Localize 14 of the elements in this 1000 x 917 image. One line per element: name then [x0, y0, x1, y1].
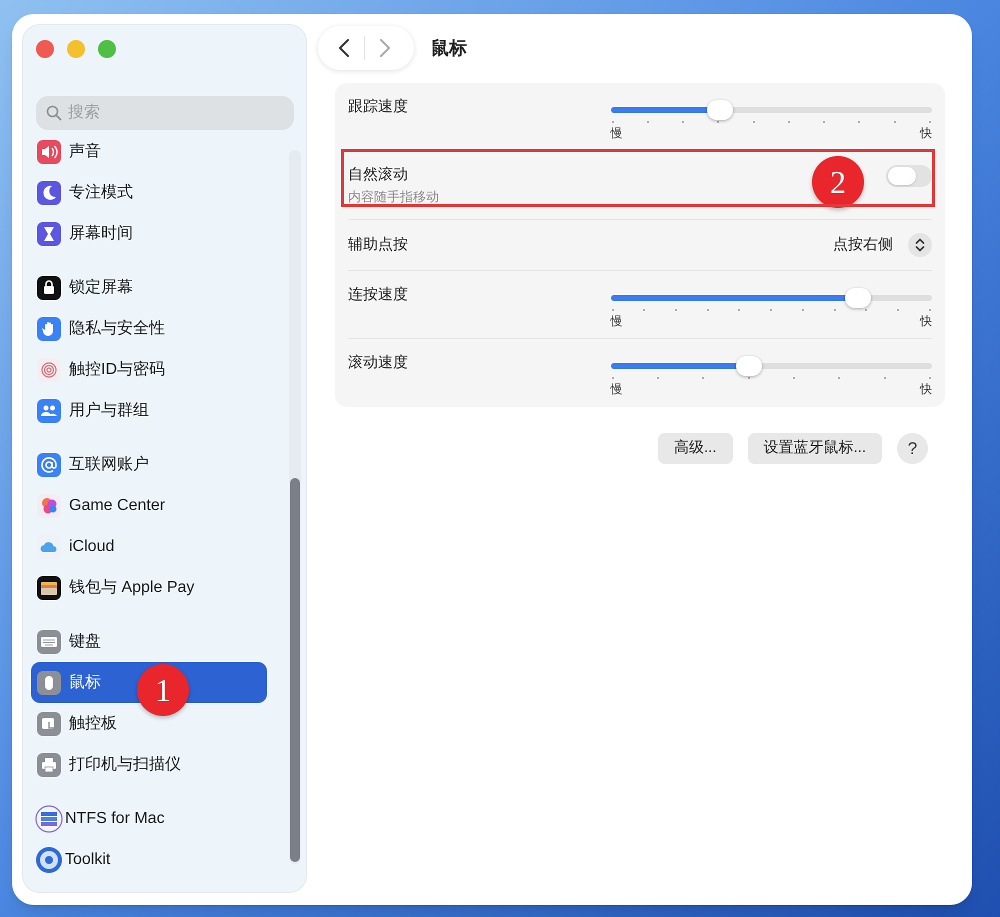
- window-title: 鼠标: [431, 36, 467, 60]
- setting-label: 辅助点按: [348, 234, 408, 255]
- slider-max-label: 快: [920, 125, 932, 142]
- setting-label: 自然滚动: [348, 165, 409, 185]
- setting-description: 内容随手指移动: [348, 188, 439, 206]
- slider-max-label: 快: [920, 313, 932, 330]
- slider-max-label: 快: [920, 381, 932, 398]
- setting-label: 跟踪速度: [348, 97, 409, 117]
- slider-min-label: 慢: [610, 125, 623, 142]
- slider-min-label: 慢: [610, 313, 623, 330]
- setting-label: 连按速度: [348, 285, 409, 305]
- step-badge-overlay: 2: [812, 156, 864, 208]
- slider-min-label: 慢: [610, 381, 623, 398]
- setting-label: 滚动速度: [348, 353, 409, 373]
